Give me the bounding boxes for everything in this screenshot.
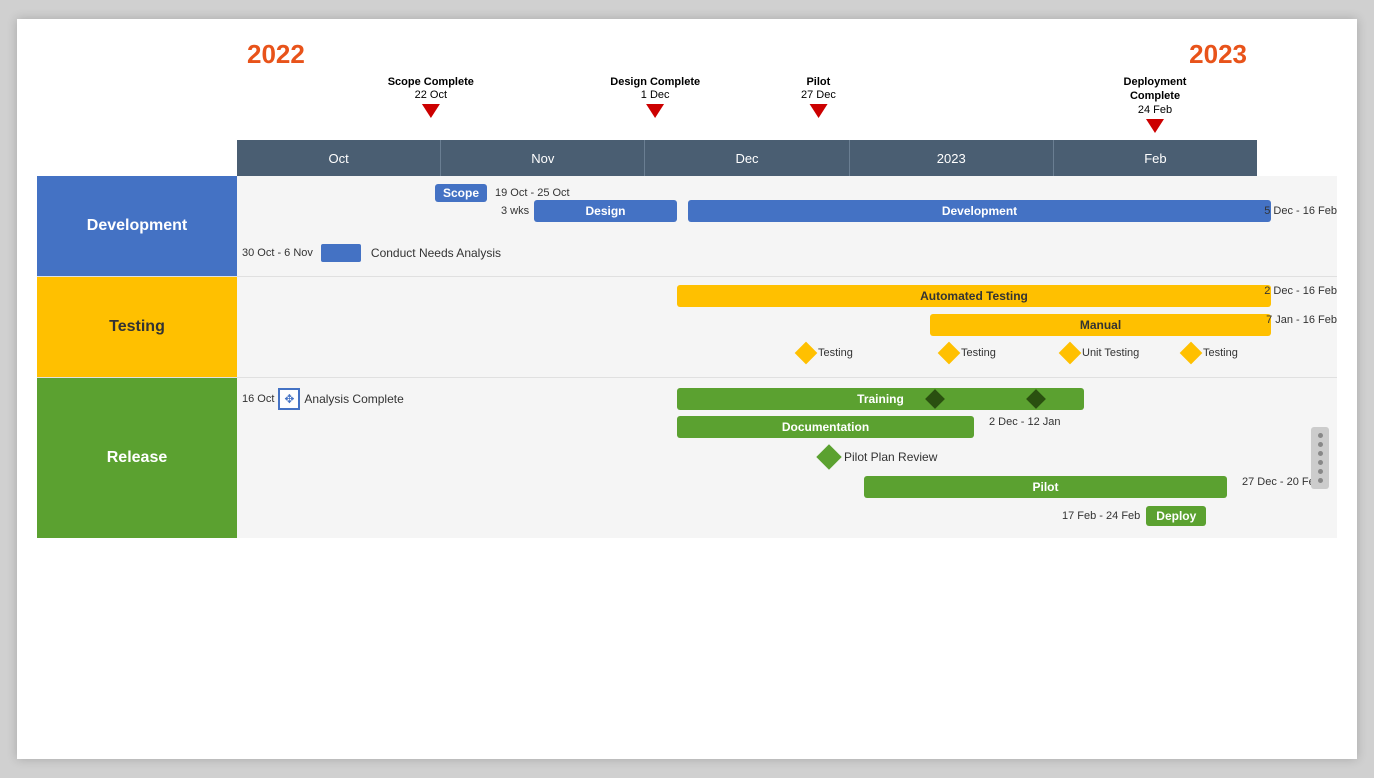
three-wks-label: 3 wks: [501, 205, 529, 217]
documentation-date: 2 Dec - 12 Jan: [985, 416, 1061, 428]
gantt-container: 2022 2023 Scope Complete 22 Oct Design C…: [17, 19, 1357, 759]
pilot-review-diamond: [816, 444, 841, 469]
scope-date-range: 19 Oct - 25 Oct: [495, 187, 570, 199]
diamond-unit-testing-label: Unit Testing: [1082, 347, 1139, 359]
analysis-complete-label: Analysis Complete: [304, 392, 403, 406]
release-label: Release: [37, 378, 237, 538]
milestone-scope-date: 22 Oct: [415, 89, 447, 101]
manual-bar: Manual: [930, 314, 1271, 336]
manual-date: 7 Jan - 16 Feb: [1266, 314, 1337, 326]
pilot-bar: Pilot: [864, 476, 1227, 498]
automated-testing-bar: Automated Testing: [677, 285, 1271, 307]
development-label: Development: [37, 176, 237, 276]
milestone-pilot: Pilot 27 Dec: [801, 75, 836, 118]
needs-analysis-row: 30 Oct - 6 Nov Conduct Needs Analysis: [237, 244, 501, 262]
training-bar: Training: [677, 388, 1084, 410]
milestone-scope-label: Scope Complete: [388, 76, 474, 88]
pilot-plan-review-row: Pilot Plan Review: [820, 448, 937, 466]
diamond-unit-testing: Unit Testing: [1062, 345, 1139, 361]
milestone-design-arrow: [646, 104, 664, 118]
development-content: Scope 19 Oct - 25 Oct 3 wks Design Devel…: [237, 176, 1337, 276]
milestone-deployment-date: 24 Feb: [1138, 104, 1172, 116]
milestone-deployment-label: Deployment Complete: [1124, 76, 1187, 102]
month-2023: 2023: [850, 140, 1054, 176]
testing-content: Automated Testing 2 Dec - 16 Feb Manual …: [237, 277, 1337, 377]
pilot-date: 27 Dec - 20 Feb: [1238, 476, 1321, 488]
month-feb: Feb: [1054, 140, 1257, 176]
pilot-review-label: Pilot Plan Review: [844, 450, 937, 464]
automated-date: 2 Dec - 16 Feb: [1264, 285, 1337, 297]
milestone-deployment-arrow: [1146, 119, 1164, 133]
year-right: 2023: [1189, 39, 1247, 70]
milestone-design: Design Complete 1 Dec: [610, 75, 700, 118]
release-content: 16 Oct ✥ Analysis Complete Training: [237, 378, 1337, 538]
scrollbar-dots[interactable]: [1311, 427, 1329, 489]
testing-label: Testing: [37, 277, 237, 377]
milestone-scope-arrow: [422, 104, 440, 118]
gantt-wrapper: 2022 2023 Scope Complete 22 Oct Design C…: [37, 39, 1337, 538]
training-diamond-1: [925, 389, 945, 409]
diamond-testing-2-label: Testing: [961, 347, 996, 359]
needs-label: Conduct Needs Analysis: [371, 246, 501, 260]
design-bar: Design: [534, 200, 677, 222]
gantt-rows: Development Scope 19 Oct - 25 Oct 3 wks …: [37, 176, 1337, 538]
testing-row: Testing Automated Testing 2 Dec - 16 Feb…: [37, 277, 1337, 378]
milestone-pilot-date: 27 Dec: [801, 89, 836, 101]
needs-date: 30 Oct - 6 Nov: [242, 247, 313, 259]
timeline-header: Oct Nov Dec 2023 Feb: [237, 140, 1257, 176]
training-bar-wrapper: Training: [677, 388, 1084, 410]
deploy-row: 17 Feb - 24 Feb Deploy: [1062, 506, 1206, 526]
development-row: Development Scope 19 Oct - 25 Oct 3 wks …: [37, 176, 1337, 277]
month-nov: Nov: [441, 140, 645, 176]
month-dec: Dec: [645, 140, 849, 176]
milestone-deployment: Deployment Complete 24 Feb: [1104, 75, 1206, 133]
diamond-testing-4: Testing: [1183, 345, 1238, 361]
diamond-testing-4-label: Testing: [1203, 347, 1238, 359]
release-row: Release 16 Oct ✥ Analysis Complete: [37, 378, 1337, 538]
move-cursor-icon[interactable]: ✥: [278, 388, 300, 410]
scope-badge: Scope: [435, 184, 487, 202]
milestone-pilot-arrow: [809, 104, 827, 118]
development-bar: Development: [688, 200, 1271, 222]
year-left: 2022: [247, 39, 305, 70]
needs-bar: [321, 244, 361, 262]
training-diamond-2: [1026, 389, 1046, 409]
milestone-scope: Scope Complete 22 Oct: [388, 75, 474, 118]
month-oct: Oct: [237, 140, 441, 176]
analysis-row: 16 Oct ✥ Analysis Complete: [237, 388, 404, 410]
diamond-testing-1: Testing: [798, 345, 853, 361]
deploy-date: 17 Feb - 24 Feb: [1062, 510, 1140, 522]
diamond-testing-2: Testing: [941, 345, 996, 361]
development-date: 5 Dec - 16 Feb: [1264, 205, 1337, 217]
deploy-badge: Deploy: [1146, 506, 1206, 526]
documentation-bar: Documentation: [677, 416, 974, 438]
milestone-design-label: Design Complete: [610, 76, 700, 88]
diamond-testing-1-label: Testing: [818, 347, 853, 359]
milestone-design-date: 1 Dec: [641, 89, 670, 101]
analysis-date: 16 Oct: [242, 393, 274, 405]
milestone-pilot-label: Pilot: [806, 76, 830, 88]
